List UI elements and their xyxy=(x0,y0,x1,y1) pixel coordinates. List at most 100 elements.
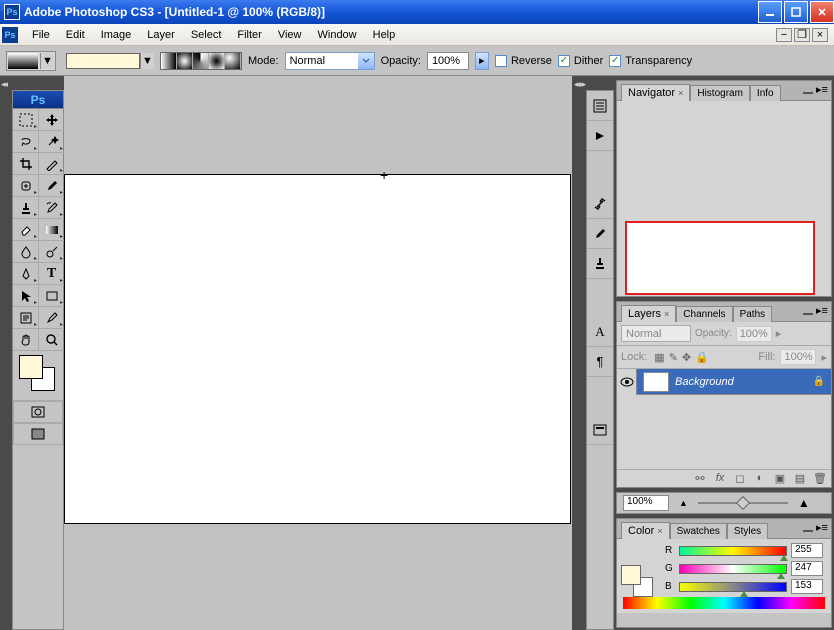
screen-mode-button[interactable] xyxy=(13,423,63,445)
wand-tool[interactable]: ▸ xyxy=(39,131,65,153)
eraser-tool[interactable]: ▸ xyxy=(13,219,39,241)
marquee-tool[interactable]: ▸ xyxy=(13,109,39,131)
gradient-tool[interactable]: ▸ xyxy=(39,219,65,241)
panel-menu-button[interactable]: ▸≡ xyxy=(815,521,829,533)
doc-close-button[interactable]: × xyxy=(812,28,828,42)
minimize-button[interactable] xyxy=(758,1,782,23)
color-tab[interactable]: Color× xyxy=(621,522,670,539)
layer-mask-icon[interactable]: ◻ xyxy=(733,472,747,485)
brush-tool[interactable]: ▸ xyxy=(39,175,65,197)
linear-gradient-button[interactable] xyxy=(161,53,177,69)
actions-icon[interactable] xyxy=(587,121,613,151)
navigator-view-box[interactable] xyxy=(625,221,815,295)
opacity-input[interactable]: 100% xyxy=(427,52,469,70)
doc-restore-button[interactable]: ❐ xyxy=(794,28,810,42)
link-layers-icon[interactable]: ⚯ xyxy=(693,472,707,485)
layer-thumbnail[interactable] xyxy=(643,372,669,392)
menu-window[interactable]: Window xyxy=(310,26,365,44)
navigator-tab[interactable]: Navigator× xyxy=(621,84,690,101)
stamp-tool[interactable]: ▸ xyxy=(13,197,39,219)
layer-comps-icon[interactable] xyxy=(587,415,613,445)
channels-tab[interactable]: Channels xyxy=(676,306,732,322)
reverse-checkbox[interactable] xyxy=(495,55,507,67)
layer-visibility-icon[interactable] xyxy=(617,369,637,395)
radial-gradient-button[interactable] xyxy=(177,53,193,69)
menu-select[interactable]: Select xyxy=(183,26,230,44)
toolbox-header[interactable]: Ps xyxy=(13,91,63,109)
zoom-in-icon[interactable]: ▲ xyxy=(798,496,810,510)
healing-brush-tool[interactable]: ▸ xyxy=(13,175,39,197)
history-icon[interactable] xyxy=(587,91,613,121)
reflected-gradient-button[interactable] xyxy=(209,53,225,69)
panel-minimize-button[interactable] xyxy=(803,84,813,94)
color-fg-swatch[interactable] xyxy=(621,565,641,585)
panel-menu-button[interactable]: ▸≡ xyxy=(815,83,829,95)
blend-mode-select[interactable]: Normal xyxy=(285,52,375,70)
menu-filter[interactable]: Filter xyxy=(229,26,269,44)
shape-tool[interactable]: ▸ xyxy=(39,285,65,307)
crop-tool[interactable] xyxy=(13,153,39,175)
panel-minimize-button[interactable] xyxy=(803,305,813,315)
path-selection-tool[interactable]: ▸ xyxy=(13,285,39,307)
foreground-color-swatch[interactable] xyxy=(19,355,43,379)
menu-layer[interactable]: Layer xyxy=(139,26,183,44)
right-dock-strip[interactable]: ◂◂ ▸▸ xyxy=(572,76,586,630)
histogram-tab[interactable]: Histogram xyxy=(690,85,750,101)
close-button[interactable] xyxy=(810,1,834,23)
eyedropper-tool[interactable]: ▸ xyxy=(39,307,65,329)
document-canvas[interactable] xyxy=(64,174,571,524)
brushes-icon[interactable] xyxy=(587,219,613,249)
layers-empty-area[interactable] xyxy=(617,395,831,469)
paths-tab[interactable]: Paths xyxy=(733,306,773,322)
zoom-tool[interactable] xyxy=(39,329,65,351)
g-slider[interactable] xyxy=(679,564,787,574)
menu-image[interactable]: Image xyxy=(93,26,140,44)
menu-help[interactable]: Help xyxy=(365,26,404,44)
panel-minimize-button[interactable] xyxy=(803,522,813,532)
zoom-value-input[interactable]: 100% xyxy=(623,495,669,511)
dither-checkbox[interactable] xyxy=(558,55,570,67)
r-slider[interactable] xyxy=(679,546,787,556)
b-slider[interactable] xyxy=(679,582,787,592)
layer-group-icon[interactable]: ▣ xyxy=(773,472,787,485)
panel-menu-button[interactable]: ▸≡ xyxy=(815,304,829,316)
angle-gradient-button[interactable] xyxy=(193,53,209,69)
layer-fill-input[interactable]: 100% xyxy=(780,349,816,365)
layer-opacity-input[interactable]: 100% xyxy=(736,326,772,342)
menu-edit[interactable]: Edit xyxy=(58,26,93,44)
paragraph-icon[interactable]: ¶ xyxy=(587,347,613,377)
left-dock-strip[interactable]: ◂◂ xyxy=(0,76,12,630)
swatches-tab[interactable]: Swatches xyxy=(670,523,727,539)
dodge-tool[interactable]: ▸ xyxy=(39,241,65,263)
lock-buttons[interactable]: ▦✎✥🔒 xyxy=(652,351,711,364)
lasso-tool[interactable]: ▸ xyxy=(13,131,39,153)
doc-minimize-button[interactable]: − xyxy=(776,28,792,42)
layer-blend-mode-select[interactable]: Normal xyxy=(621,325,691,342)
character-icon[interactable]: A xyxy=(587,317,613,347)
notes-tool[interactable]: ▸ xyxy=(13,307,39,329)
r-value-input[interactable]: 255 xyxy=(791,543,823,558)
g-value-input[interactable]: 247 xyxy=(791,561,823,576)
transparency-checkbox[interactable] xyxy=(609,55,621,67)
gradient-picker-button[interactable]: ▼ xyxy=(140,53,154,69)
menu-file[interactable]: File xyxy=(24,26,58,44)
gradient-tool-icon[interactable]: ▼ xyxy=(6,51,56,71)
tool-presets-icon[interactable] xyxy=(587,189,613,219)
gradient-preview[interactable] xyxy=(66,53,140,69)
new-layer-icon[interactable]: ▤ xyxy=(793,472,807,485)
b-value-input[interactable]: 153 xyxy=(791,579,823,594)
pen-tool[interactable]: ▸ xyxy=(13,263,39,285)
info-tab[interactable]: Info xyxy=(750,85,781,101)
layer-fx-icon[interactable]: fx xyxy=(713,472,727,485)
delete-layer-icon[interactable]: 🗑 xyxy=(813,472,827,485)
zoom-slider[interactable] xyxy=(698,502,788,504)
maximize-button[interactable] xyxy=(784,1,808,23)
type-tool[interactable]: T▸ xyxy=(39,263,65,285)
adjustment-layer-icon[interactable]: ◐ xyxy=(753,472,767,485)
styles-tab[interactable]: Styles xyxy=(727,523,768,539)
menu-view[interactable]: View xyxy=(270,26,310,44)
layer-name[interactable]: Background xyxy=(675,376,813,388)
history-brush-tool[interactable]: ▸ xyxy=(39,197,65,219)
zoom-out-icon[interactable]: ▲ xyxy=(679,498,688,508)
layers-tab[interactable]: Layers× xyxy=(621,305,676,322)
